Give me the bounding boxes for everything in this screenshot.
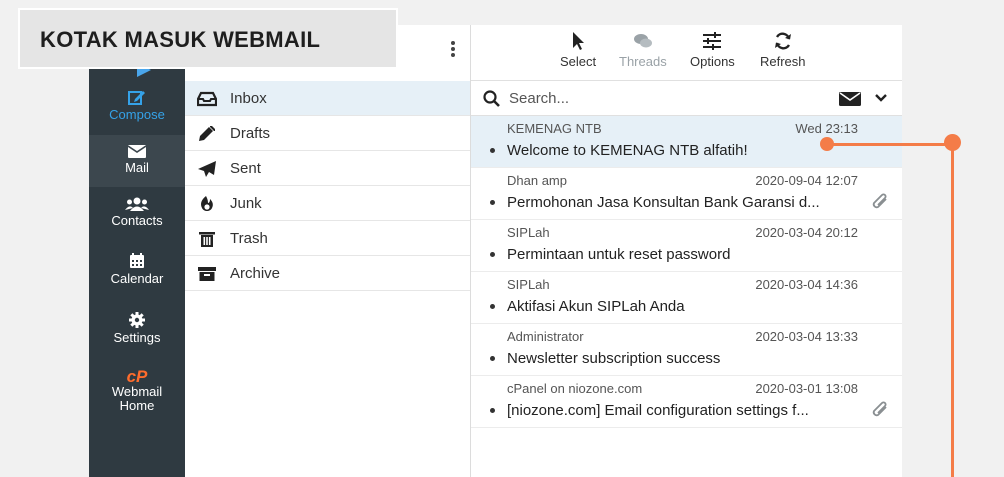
message-date: 2020-03-01 13:08 (755, 381, 858, 396)
folder-archive-label: Archive (230, 265, 281, 282)
folder-drafts-label: Drafts (230, 125, 271, 142)
envelope-icon (128, 145, 146, 158)
folder-sent[interactable]: Sent (185, 151, 470, 186)
cursor-icon (573, 32, 585, 50)
search-icon[interactable] (483, 90, 500, 107)
message-sender: SIPLah (507, 277, 550, 292)
unread-dot (490, 408, 495, 413)
folder-trash-label: Trash (230, 230, 268, 247)
paperclip-icon (872, 401, 887, 417)
pencil-icon (199, 126, 215, 141)
options-label: Options (690, 54, 735, 69)
unread-dot (490, 252, 495, 257)
annotation-connector-vertical (951, 143, 954, 477)
rail-mail[interactable]: Mail (89, 135, 185, 187)
more-options-icon[interactable] (449, 41, 457, 59)
folder-inbox[interactable]: Inbox (185, 81, 470, 116)
select-button[interactable]: Select (560, 31, 596, 69)
message-sender: Administrator (507, 329, 584, 344)
options-button[interactable]: Options (690, 31, 735, 69)
message-row[interactable]: SIPLah 2020-03-04 20:12 Permintaan untuk… (471, 220, 902, 272)
search-bar (471, 81, 902, 116)
message-row[interactable]: Dhan amp 2020-09-04 12:07 Permohonan Jas… (471, 168, 902, 220)
threads-button[interactable]: Threads (619, 31, 667, 69)
message-row[interactable]: cPanel on niozone.com 2020-03-01 13:08 [… (471, 376, 902, 428)
app-nav-rail: Compose Mail Contacts Calendar Settings … (89, 25, 185, 477)
refresh-button[interactable]: Refresh (760, 31, 806, 69)
refresh-label: Refresh (760, 54, 806, 69)
fire-icon (201, 196, 213, 211)
annotation-title: KOTAK MASUK WEBMAIL (40, 27, 321, 52)
unread-dot (490, 200, 495, 205)
message-date: 2020-03-04 14:36 (755, 277, 858, 292)
rail-webmail-home[interactable]: cP Webmail Home (89, 368, 185, 424)
message-date: 2020-03-04 20:12 (755, 225, 858, 240)
rail-contacts[interactable]: Contacts (89, 197, 185, 243)
rail-calendar-label: Calendar (110, 271, 164, 286)
calendar-icon (130, 253, 144, 268)
message-row[interactable]: KEMENAG NTB Wed 23:13 Welcome to KEMENAG… (471, 116, 902, 168)
annotation-dot-corner (944, 134, 961, 151)
annotation-title-box: KOTAK MASUK WEBMAIL (18, 8, 398, 69)
message-date: 2020-09-04 12:07 (755, 173, 858, 188)
message-sender: Dhan amp (507, 173, 567, 188)
envelope-filter-icon[interactable] (839, 92, 861, 106)
sliders-icon (703, 32, 722, 50)
rail-mail-label: Mail (125, 160, 149, 175)
message-sender: cPanel on niozone.com (507, 381, 643, 396)
folder-inbox-label: Inbox (230, 90, 267, 107)
message-subject: Permintaan untuk reset password (507, 246, 731, 263)
threads-label: Threads (619, 54, 667, 69)
message-toolbar: Select Threads Options Refresh (471, 25, 902, 81)
message-sender: SIPLah (507, 225, 550, 240)
folder-drafts[interactable]: Drafts (185, 116, 470, 151)
select-label: Select (560, 54, 597, 69)
unread-dot (490, 148, 495, 153)
message-subject: [niozone.com] Email configuration settin… (507, 402, 809, 419)
message-row[interactable]: Administrator 2020-03-04 13:33 Newslette… (471, 324, 902, 376)
rail-settings[interactable]: Settings (89, 312, 185, 358)
compose-icon (128, 91, 145, 105)
rail-home-label: Home (119, 398, 155, 413)
paperclip-icon (872, 193, 887, 209)
rail-calendar[interactable]: Calendar (89, 253, 185, 299)
message-subject: Permohonan Jasa Konsultan Bank Garansi d… (507, 194, 820, 211)
rail-webmail-label: Webmail (111, 384, 163, 399)
folder-junk-label: Junk (230, 195, 262, 212)
message-subject: Aktifasi Akun SIPLah Anda (507, 298, 685, 315)
rail-contacts-label: Contacts (111, 213, 163, 228)
message-subject: Welcome to KEMENAG NTB alfatih! (507, 142, 748, 159)
gear-icon (129, 312, 145, 328)
message-subject: Newsletter subscription success (507, 350, 721, 367)
unread-dot (490, 304, 495, 309)
comments-icon (633, 34, 652, 48)
rail-settings-label: Settings (113, 330, 161, 345)
message-row[interactable]: SIPLah 2020-03-04 14:36 Aktifasi Akun SI… (471, 272, 902, 324)
folder-archive[interactable]: Archive (185, 256, 470, 291)
unread-dot (490, 356, 495, 361)
folder-sent-label: Sent (230, 160, 261, 177)
folder-trash[interactable]: Trash (185, 221, 470, 256)
contacts-icon (125, 197, 149, 211)
message-panel: Select Threads Options Refresh KEMENAG N… (471, 25, 902, 477)
trash-icon (199, 232, 215, 247)
inbox-icon (197, 91, 217, 107)
annotation-connector-horizontal (828, 143, 953, 146)
webmail-window: Compose Mail Contacts Calendar Settings … (89, 25, 902, 477)
chevron-down-icon[interactable] (875, 94, 887, 102)
rail-compose[interactable]: Compose (89, 83, 185, 133)
folder-panel: Inbox Drafts Sent Junk Trash Archive (185, 25, 471, 477)
folder-junk[interactable]: Junk (185, 186, 470, 221)
archive-icon (198, 267, 216, 281)
rail-compose-label: Compose (109, 107, 165, 122)
message-sender: KEMENAG NTB (507, 121, 602, 136)
message-date: Wed 23:13 (795, 121, 858, 136)
cpanel-logo: cP (126, 367, 148, 386)
paper-plane-icon (198, 161, 216, 177)
search-input[interactable] (509, 87, 789, 109)
message-date: 2020-03-04 13:33 (755, 329, 858, 344)
annotation-dot-start (820, 137, 834, 151)
refresh-icon (774, 32, 791, 50)
